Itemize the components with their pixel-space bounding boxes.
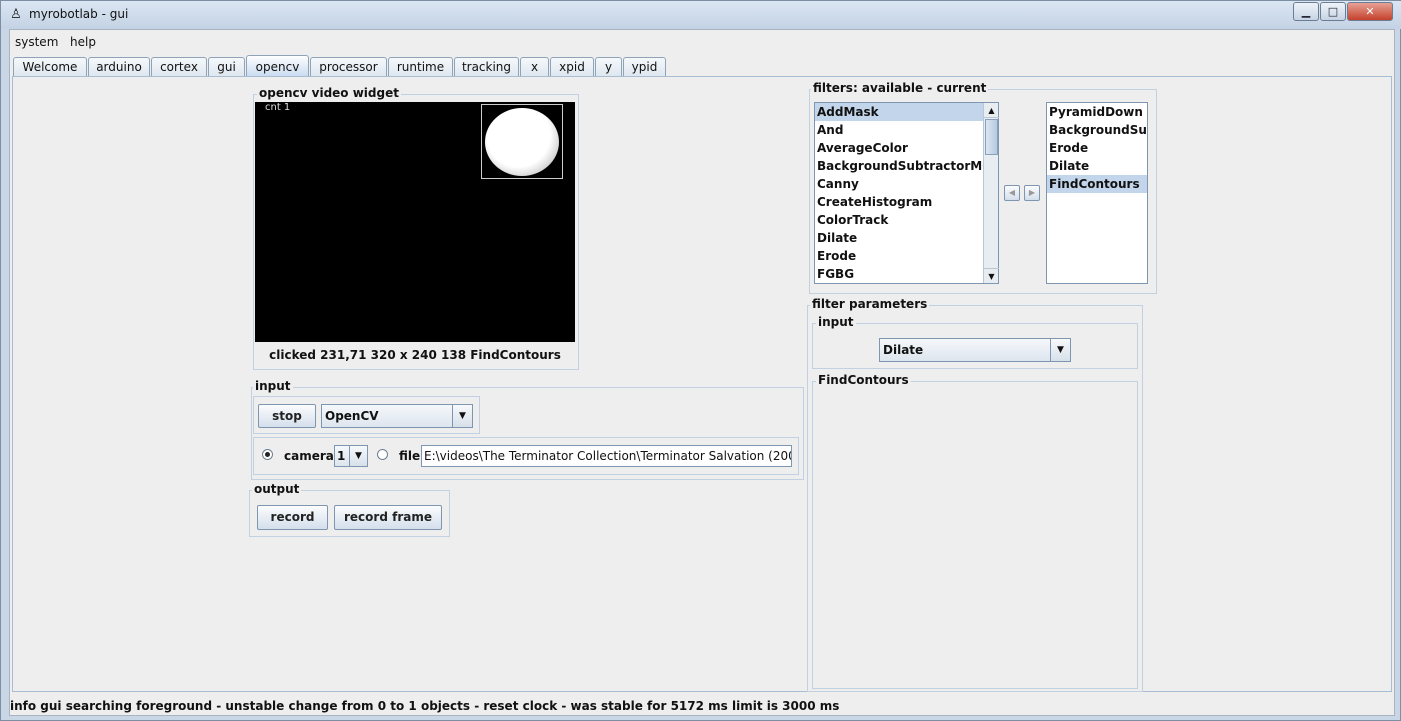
title-bar[interactable]: ♙ myrobotlab - gui ▁ □ ✕ xyxy=(1,1,1401,29)
menu-help[interactable]: help xyxy=(70,35,96,49)
current-filter-item[interactable]: PyramidDown xyxy=(1047,103,1147,121)
available-filters-list[interactable]: AddMask And AverageColor BackgroundSubtract… xyxy=(814,102,999,284)
maximize-button[interactable]: □ xyxy=(1320,2,1346,21)
current-filters-list[interactable]: PyramidDownBackgroundSu...ErodeDilateFin… xyxy=(1046,102,1148,284)
tab-opencv[interactable]: opencv xyxy=(246,55,309,77)
camera-radio[interactable] xyxy=(262,449,273,460)
available-filters-items: AddMask And AverageColor BackgroundSubtract… xyxy=(815,103,983,283)
available-filter-item[interactable]: ColorTrack xyxy=(815,211,983,229)
available-filter-item[interactable]: FGBG xyxy=(815,265,983,283)
tab-cortex[interactable]: cortex xyxy=(151,57,207,77)
tab-gui[interactable]: gui xyxy=(208,57,245,77)
camera-index-select[interactable]: 1 ▼ xyxy=(334,445,368,467)
video-display[interactable]: cnt 1 xyxy=(255,102,575,342)
available-filter-item[interactable]: AddMask xyxy=(815,103,983,121)
tab-arduino[interactable]: arduino xyxy=(88,57,150,77)
chevron-down-icon[interactable]: ▼ xyxy=(1050,339,1070,361)
detected-object xyxy=(485,108,559,176)
current-filter-item[interactable]: Erode xyxy=(1047,139,1147,157)
parameters-input-title: input xyxy=(816,315,856,329)
opencv-tab-panel: opencv video widget cnt 1 clicked 231,71… xyxy=(12,76,1392,692)
parameters-input-value: Dilate xyxy=(883,343,924,357)
tab-x[interactable]: x xyxy=(520,57,549,77)
filter-parameters-title: filter parameters xyxy=(810,297,930,311)
minimize-button[interactable]: ▁ xyxy=(1293,2,1319,21)
file-label: file xyxy=(399,449,421,463)
output-title: output xyxy=(252,482,302,496)
status-bar: info gui searching foreground - unstable… xyxy=(10,697,1394,715)
grabber-select[interactable]: OpenCV ▼ xyxy=(321,404,473,428)
available-filter-item[interactable]: Erode xyxy=(815,247,983,265)
available-filter-item[interactable]: BackgroundSubtractorMOG2 xyxy=(815,157,983,175)
tab-welcome[interactable]: Welcome xyxy=(13,57,87,77)
menu-system[interactable]: system xyxy=(15,35,58,49)
available-filter-item[interactable]: Canny xyxy=(815,175,983,193)
camera-index-value: 1 xyxy=(337,449,346,463)
video-widget-title: opencv video widget xyxy=(257,86,401,100)
tab-runtime[interactable]: runtime xyxy=(388,57,453,77)
close-button[interactable]: ✕ xyxy=(1347,2,1393,21)
available-filters-scrollbar[interactable]: ▲ ▼ xyxy=(983,103,999,283)
scroll-up-icon[interactable]: ▲ xyxy=(984,103,999,118)
available-filter-item[interactable]: Dilate xyxy=(815,229,983,247)
camera-label: camera xyxy=(284,449,334,463)
findcontours-params-group xyxy=(812,381,1138,689)
current-filter-item[interactable]: BackgroundSu... xyxy=(1047,121,1147,139)
file-path-input[interactable]: E:\videos\The Terminator Collection\Term… xyxy=(421,445,792,467)
parameters-input-select[interactable]: Dilate ▼ xyxy=(879,338,1071,362)
current-filters-items: PyramidDownBackgroundSu...ErodeDilateFin… xyxy=(1047,103,1147,193)
scroll-thumb[interactable] xyxy=(985,119,998,155)
move-left-button[interactable]: ◀ xyxy=(1004,185,1020,201)
grabber-select-value: OpenCV xyxy=(325,409,379,423)
available-filter-item[interactable]: CreateHistogram xyxy=(815,193,983,211)
video-status-line: clicked 231,71 320 x 240 138 FindContour… xyxy=(269,348,561,362)
tab-y[interactable]: y xyxy=(595,57,622,77)
input-title: input xyxy=(253,379,293,393)
client-area: system help Welcome arduino cortex gui o… xyxy=(9,29,1395,716)
chevron-down-icon[interactable]: ▼ xyxy=(452,405,472,427)
app-window: ♙ myrobotlab - gui ▁ □ ✕ system help Wel… xyxy=(0,0,1401,721)
scroll-down-icon[interactable]: ▼ xyxy=(984,268,999,283)
filters-title: filters: available - current xyxy=(811,81,989,95)
stop-button[interactable]: stop xyxy=(258,404,316,428)
tab-xpid[interactable]: xpid xyxy=(550,57,594,77)
radio-dot-icon xyxy=(265,452,270,457)
tab-processor[interactable]: processor xyxy=(310,57,387,77)
record-frame-button[interactable]: record frame xyxy=(334,505,442,530)
findcontours-params-title: FindContours xyxy=(816,373,911,387)
menu-bar: system help xyxy=(10,30,1394,54)
available-filter-item[interactable]: AverageColor xyxy=(815,139,983,157)
move-right-button[interactable]: ▶ xyxy=(1024,185,1040,201)
available-filter-item[interactable]: And xyxy=(815,121,983,139)
tab-ypid[interactable]: ypid xyxy=(623,57,666,77)
record-button[interactable]: record xyxy=(257,505,328,530)
current-filter-item[interactable]: FindContours xyxy=(1047,175,1147,193)
tab-tracking[interactable]: tracking xyxy=(454,57,519,77)
contour-bounding-box xyxy=(481,104,563,179)
video-overlay-label: cnt 1 xyxy=(265,102,291,113)
current-filter-item[interactable]: Dilate xyxy=(1047,157,1147,175)
chevron-down-icon[interactable]: ▼ xyxy=(349,446,367,466)
app-icon: ♙ xyxy=(10,7,22,22)
file-radio[interactable] xyxy=(377,449,388,460)
window-title: myrobotlab - gui xyxy=(29,7,129,21)
